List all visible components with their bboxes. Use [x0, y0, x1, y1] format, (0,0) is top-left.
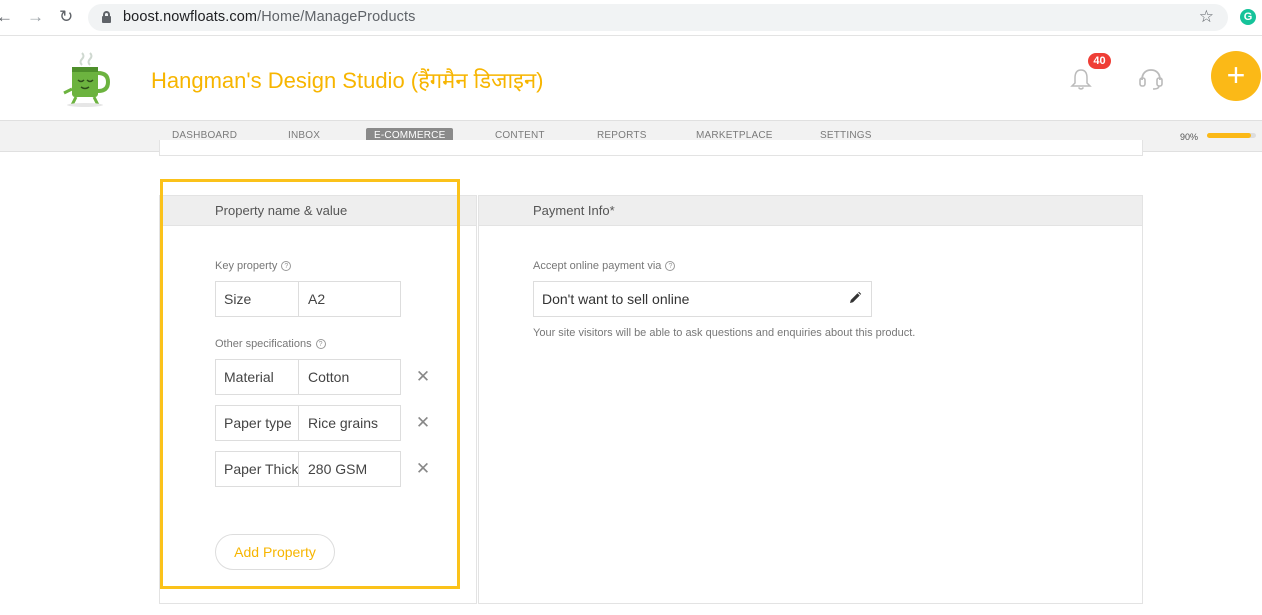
site-logo [52, 49, 120, 107]
url-path: /Home/ManageProducts [257, 9, 416, 25]
profile-progress-label: 90% [1180, 132, 1199, 142]
forward-arrow-icon[interactable]: → [27, 7, 44, 27]
key-property-label-text: Key property [215, 260, 278, 272]
payment-option-select[interactable]: Don't want to sell online [533, 281, 872, 317]
spec-value-input[interactable]: Rice grains [300, 406, 400, 440]
back-arrow-icon[interactable]: ← [0, 7, 13, 27]
spec-name-input[interactable]: Material [216, 360, 299, 394]
progress-fill [1207, 133, 1252, 138]
spec-row: Paper Thickness 280 GSM [215, 451, 401, 487]
pencil-edit-icon[interactable] [848, 291, 862, 305]
app-header: Hangman's Design Studio (हैंगमैन डिजाइन)… [0, 37, 1262, 120]
spec-name-input[interactable]: Paper type [216, 406, 299, 440]
payment-note: Your site visitors will be able to ask q… [533, 327, 916, 339]
grammarly-extension-icon[interactable]: G [1240, 9, 1256, 25]
support-headset-icon[interactable] [1138, 67, 1164, 91]
remove-spec-icon[interactable]: ✕ [415, 460, 431, 477]
profile-progress-bar [1207, 133, 1256, 138]
bookmark-star-icon[interactable]: ☆ [1199, 7, 1214, 27]
url-text: boost.nowfloats.com/Home/ManageProducts [123, 9, 415, 25]
spec-value-input[interactable]: 280 GSM [300, 452, 400, 486]
address-bar[interactable]: boost.nowfloats.com/Home/ManageProducts … [88, 4, 1228, 31]
remove-spec-icon[interactable]: ✕ [415, 414, 431, 431]
other-specs-label: Other specifications? [215, 338, 326, 350]
add-fab-button[interactable]: + [1211, 51, 1261, 101]
site-title: Hangman's Design Studio (हैंगमैन डिजाइन) [151, 68, 544, 93]
other-specs-label-text: Other specifications [215, 338, 312, 350]
accept-payment-label-text: Accept online payment via [533, 260, 662, 272]
help-icon[interactable]: ? [665, 261, 676, 271]
key-property-name[interactable]: Size [216, 282, 299, 316]
payment-panel: Payment Info* [478, 195, 1143, 604]
spec-row: Paper type Rice grains [215, 405, 401, 441]
key-property-label: Key property? [215, 260, 292, 272]
spec-name-input[interactable]: Paper Thickness [216, 452, 299, 486]
payment-option-value: Don't want to sell online [542, 291, 690, 307]
spec-value-input[interactable]: Cotton [300, 360, 400, 394]
accept-payment-label: Accept online payment via? [533, 260, 676, 272]
add-property-button[interactable]: Add Property [215, 534, 335, 570]
previous-card-edge [159, 140, 1143, 156]
key-property-value[interactable]: A2 [300, 282, 400, 316]
notification-count-badge: 40 [1088, 53, 1111, 69]
property-panel-title: Property name & value [160, 196, 476, 226]
spec-row: Material Cotton [215, 359, 401, 395]
remove-spec-icon[interactable]: ✕ [415, 368, 431, 385]
reload-icon[interactable]: ↻ [59, 7, 73, 27]
url-domain: boost.nowfloats.com [123, 9, 258, 25]
payment-panel-title: Payment Info* [479, 196, 1142, 226]
notification-bell-icon[interactable] [1070, 67, 1092, 91]
help-icon[interactable]: ? [315, 339, 326, 349]
lock-icon [102, 11, 111, 23]
key-property-row: Size A2 [215, 281, 401, 317]
help-icon[interactable]: ? [281, 261, 292, 271]
browser-toolbar: ← → ↻ boost.nowfloats.com/Home/ManagePro… [0, 0, 1262, 36]
